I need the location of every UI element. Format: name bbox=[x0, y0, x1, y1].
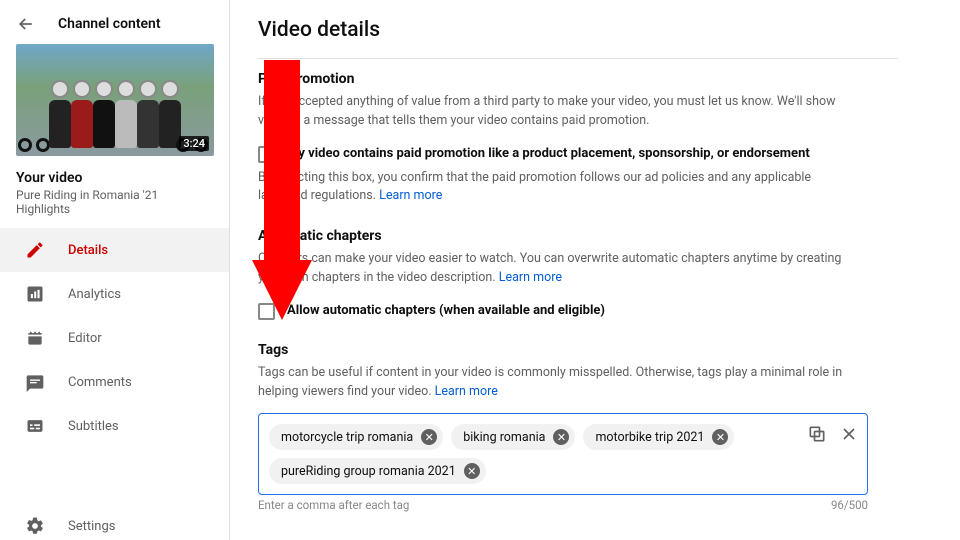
tag-chip-label: motorbike trip 2021 bbox=[595, 430, 704, 445]
sidebar-item-subtitles[interactable]: Subtitles bbox=[0, 404, 229, 448]
paid-promotion-body: If you accepted anything of value from a… bbox=[258, 93, 858, 131]
pencil-icon bbox=[24, 240, 46, 260]
sidebar-header: Channel content bbox=[58, 16, 161, 32]
section-automatic-chapters: Automatic chapters Chapters can make you… bbox=[258, 228, 932, 320]
clapper-icon bbox=[24, 328, 46, 348]
sidebar-settings[interactable]: Settings bbox=[0, 496, 229, 540]
divider bbox=[258, 58, 898, 59]
sidebar-item-details[interactable]: Details bbox=[0, 228, 229, 272]
paid-promotion-checkbox[interactable] bbox=[258, 146, 275, 163]
chapters-learn-more-link[interactable]: Learn more bbox=[499, 270, 562, 285]
comment-icon bbox=[24, 372, 46, 392]
video-title: Pure Riding in Romania '21 Highlights bbox=[0, 186, 229, 228]
tag-remove-icon[interactable]: ✕ bbox=[712, 429, 728, 445]
chapters-checkbox-label: Allow automatic chapters (when available… bbox=[287, 302, 605, 320]
tags-learn-more-link[interactable]: Learn more bbox=[435, 384, 498, 399]
sidebar-item-comments[interactable]: Comments bbox=[0, 360, 229, 404]
tag-chip: motorcycle trip romania ✕ bbox=[269, 424, 443, 450]
tag-chip: motorbike trip 2021 ✕ bbox=[583, 424, 734, 450]
paid-promotion-heading: Paid promotion bbox=[258, 71, 932, 87]
sidebar-item-analytics[interactable]: Analytics bbox=[0, 272, 229, 316]
tag-remove-icon[interactable]: ✕ bbox=[553, 429, 569, 445]
tag-remove-icon[interactable]: ✕ bbox=[421, 429, 437, 445]
paid-promotion-checkbox-label: My video contains paid promotion like a … bbox=[287, 145, 810, 163]
section-paid-promotion: Paid promotion If you accepted anything … bbox=[258, 71, 932, 206]
nav-label: Editor bbox=[68, 331, 102, 346]
page-title: Video details bbox=[258, 18, 932, 42]
tags-counter: 96/500 bbox=[831, 498, 868, 512]
clear-tags-icon[interactable] bbox=[839, 424, 859, 444]
gear-icon bbox=[24, 516, 46, 536]
your-video-label: Your video bbox=[0, 156, 229, 186]
thumbnail-duration: 3:24 bbox=[179, 136, 209, 151]
video-thumbnail[interactable]: 3:24 bbox=[0, 44, 229, 156]
nav-label: Subtitles bbox=[68, 419, 119, 434]
tag-chip: biking romania ✕ bbox=[451, 424, 575, 450]
chart-icon bbox=[24, 284, 46, 304]
nav-label: Analytics bbox=[68, 287, 121, 302]
copy-tags-icon[interactable] bbox=[807, 424, 827, 444]
paid-promotion-sub-body: By selecting this box, you confirm that … bbox=[258, 170, 811, 204]
sidebar-item-editor[interactable]: Editor bbox=[0, 316, 229, 360]
main-content: Video details Paid promotion If you acce… bbox=[230, 0, 960, 540]
tag-remove-icon[interactable]: ✕ bbox=[464, 463, 480, 479]
chapters-heading: Automatic chapters bbox=[258, 228, 932, 244]
tag-chip: pureRiding group romania 2021 ✕ bbox=[269, 458, 486, 484]
nav-label: Details bbox=[68, 243, 108, 258]
back-arrow-icon[interactable] bbox=[16, 14, 36, 34]
tag-chip-label: motorcycle trip romania bbox=[281, 430, 413, 445]
tags-hint: Enter a comma after each tag bbox=[258, 498, 409, 512]
nav-label: Comments bbox=[68, 375, 132, 390]
chapters-checkbox[interactable] bbox=[258, 303, 275, 320]
sidebar: Channel content 3:24 Your video Pure Rid… bbox=[0, 0, 230, 540]
tags-heading: Tags bbox=[258, 342, 932, 358]
tags-input-box[interactable]: motorcycle trip romania ✕ biking romania… bbox=[258, 413, 868, 495]
paid-promotion-learn-more-link[interactable]: Learn more bbox=[379, 188, 442, 203]
tag-chip-label: pureRiding group romania 2021 bbox=[281, 464, 456, 479]
tag-chip-label: biking romania bbox=[463, 430, 545, 445]
section-tags: Tags Tags can be useful if content in yo… bbox=[258, 342, 932, 513]
sidebar-nav: Details Analytics Editor Comments bbox=[0, 228, 229, 448]
settings-label: Settings bbox=[68, 519, 115, 534]
subtitle-icon bbox=[24, 416, 46, 436]
tags-body: Tags can be useful if content in your vi… bbox=[258, 365, 842, 399]
